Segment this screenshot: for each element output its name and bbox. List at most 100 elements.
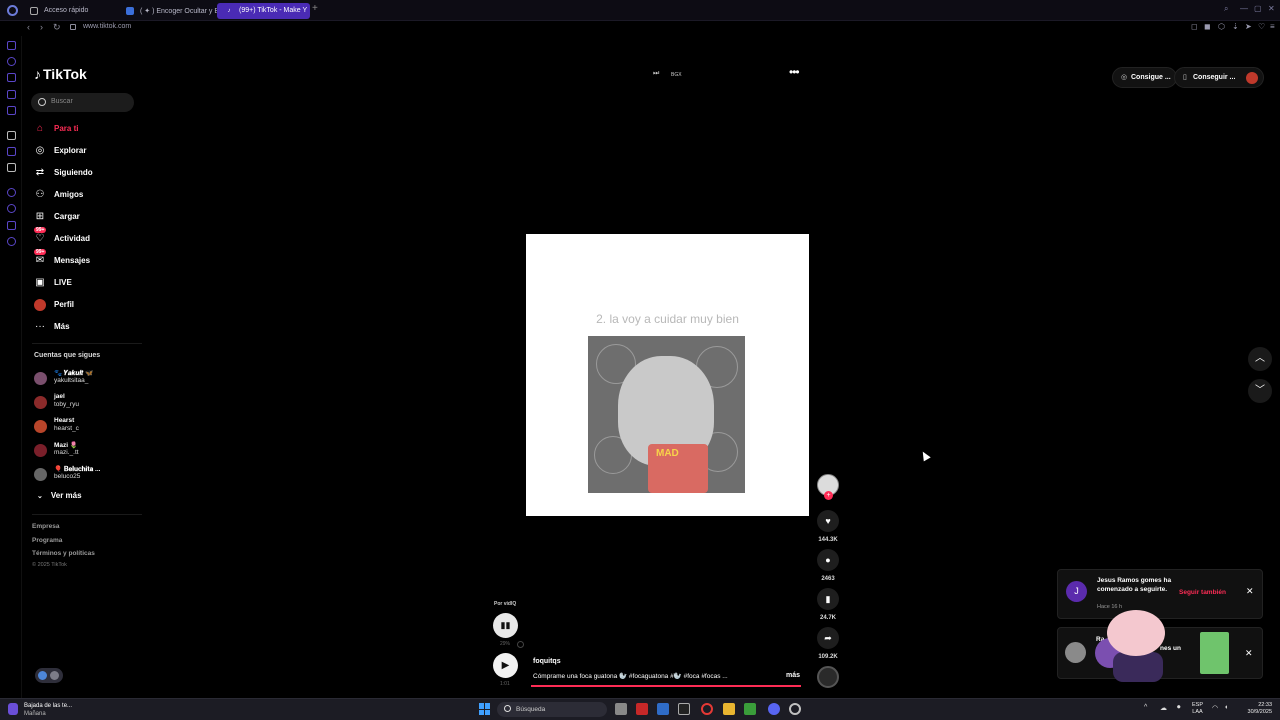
tab-search-icon[interactable]: ⌕ bbox=[1224, 4, 1228, 14]
sidebar-app-icon[interactable] bbox=[7, 131, 16, 140]
taskbar-search[interactable]: Búsqueda bbox=[497, 702, 607, 717]
sidebar-settings-icon[interactable] bbox=[7, 237, 16, 246]
share-button[interactable]: ➦ bbox=[817, 627, 839, 649]
opera-gx-icon[interactable] bbox=[701, 703, 713, 715]
bookmark-icon[interactable]: ◻ bbox=[1191, 22, 1198, 31]
follow-back-button[interactable]: Seguir también bbox=[1179, 589, 1226, 596]
tiktok-note-icon: ♪ bbox=[34, 66, 41, 82]
system-clock[interactable]: 22:33 30/9/2025 bbox=[1228, 702, 1272, 716]
video-player[interactable]: 2. la voy a cuidar muy bien MAD bbox=[526, 234, 809, 516]
send-icon[interactable]: ➤ bbox=[1245, 22, 1252, 31]
video-progress-bar[interactable] bbox=[531, 685, 801, 687]
footer-empresa[interactable]: Empresa bbox=[32, 523, 59, 530]
site-favicon-icon bbox=[126, 7, 134, 15]
play-button[interactable]: ▶ bbox=[493, 653, 518, 678]
snapshot-icon[interactable]: ◼ bbox=[1204, 22, 1211, 31]
sidebar-bag-icon[interactable] bbox=[7, 73, 16, 82]
url-field[interactable]: www.tiktok.com bbox=[83, 23, 131, 30]
next-video-button[interactable]: ﹀ bbox=[1248, 379, 1272, 403]
reload-icon[interactable]: ↻ bbox=[53, 22, 61, 33]
profile-avatar[interactable] bbox=[1246, 72, 1258, 84]
close-window-icon[interactable]: ✕ bbox=[1268, 4, 1275, 13]
new-tab-button[interactable]: + bbox=[312, 3, 318, 14]
heart-icon: ♥ bbox=[825, 516, 831, 526]
easy-files-icon[interactable]: ⇣ bbox=[1232, 22, 1239, 31]
sidebar-clock-icon[interactable] bbox=[7, 204, 16, 213]
forward-icon[interactable]: › bbox=[40, 22, 43, 32]
ver-mas-button[interactable]: ⌄ Ver más bbox=[37, 491, 82, 500]
previous-video-button[interactable]: ︿ bbox=[1248, 347, 1272, 371]
follow-plus-icon[interactable]: + bbox=[824, 491, 833, 500]
comment-button[interactable]: ● bbox=[817, 549, 839, 571]
wifi-icon[interactable]: ◠ bbox=[1212, 704, 1218, 712]
sidebar-aria-icon[interactable] bbox=[7, 57, 16, 66]
get-coins-button[interactable]: ◎ Consigue ... bbox=[1112, 67, 1177, 88]
minecraft-icon[interactable] bbox=[744, 703, 756, 715]
close-icon[interactable]: ✕ bbox=[1245, 648, 1253, 659]
tab-tiktok[interactable]: ♪ (99+) TikTok - Make Y bbox=[217, 3, 310, 19]
save-button[interactable]: ▮ bbox=[817, 588, 839, 610]
theme-toggle[interactable] bbox=[35, 668, 63, 683]
sidebar-twitch-icon[interactable] bbox=[7, 147, 16, 156]
seal-image: MAD bbox=[588, 336, 745, 493]
chrome-icon[interactable] bbox=[789, 703, 801, 715]
notification-thumbnail[interactable] bbox=[1200, 632, 1229, 674]
more-options-icon[interactable]: ••• bbox=[789, 65, 800, 79]
opera-sidebar bbox=[0, 36, 22, 698]
close-icon[interactable]: ✕ bbox=[1246, 586, 1254, 597]
weather-icon bbox=[8, 703, 18, 715]
copyright: © 2025 TikTok bbox=[32, 562, 67, 568]
sidebar-messenger-icon[interactable] bbox=[7, 90, 16, 99]
microphone-icon[interactable]: ⏺ bbox=[1177, 704, 1181, 712]
speed-dial-icon bbox=[30, 7, 38, 15]
vidiq-stats-button[interactable]: ▮▮ bbox=[493, 613, 518, 638]
avatar: J bbox=[1066, 581, 1087, 602]
minimize-icon[interactable]: — bbox=[1240, 4, 1248, 13]
opera-logo-icon[interactable] bbox=[7, 5, 18, 16]
get-app-button[interactable]: ▯ Conseguir ... bbox=[1174, 67, 1264, 88]
sidebar-music-icon[interactable] bbox=[7, 106, 16, 115]
menu-icon[interactable]: ≡ bbox=[1270, 22, 1275, 31]
sidebar-x-icon[interactable] bbox=[7, 163, 16, 172]
percent-label: 29% bbox=[500, 641, 511, 647]
divider bbox=[32, 514, 142, 515]
windows-start-icon[interactable] bbox=[479, 703, 491, 715]
vscode-icon[interactable] bbox=[657, 703, 669, 715]
sidebar-pin-icon[interactable] bbox=[7, 221, 16, 230]
windows-taskbar: Bajada de las te... Mañana Búsqueda ^ ☁ … bbox=[0, 698, 1280, 720]
notification-text: Jesus Ramos gomes ha comenzado a seguirt… bbox=[1097, 577, 1172, 593]
sidebar-history-icon[interactable] bbox=[7, 188, 16, 197]
comment-icon: ● bbox=[825, 555, 831, 565]
like-button[interactable]: ♥ bbox=[817, 510, 839, 532]
footer-programa[interactable]: Programa bbox=[32, 537, 62, 544]
tab-encoger[interactable]: ( ✦ ) Encoger Ocultar y B bbox=[118, 3, 222, 19]
tiktok-logo[interactable]: ♪ TikTok bbox=[34, 66, 87, 82]
sound-disc-icon[interactable] bbox=[817, 666, 839, 688]
more-description-button[interactable]: más bbox=[786, 672, 800, 679]
chevron-up-icon[interactable]: ^ bbox=[1144, 704, 1147, 711]
capcut-icon[interactable] bbox=[678, 703, 690, 715]
heart-icon[interactable]: ♡ bbox=[1258, 22, 1265, 31]
address-bar: ‹ › ↻ www.tiktok.com ◻ ◼ ⬡ ⇣ ➤ ♡ ≡ bbox=[0, 21, 1280, 36]
info-icon[interactable] bbox=[517, 641, 524, 648]
tab-acceso-rapido[interactable]: Acceso rápido bbox=[22, 3, 126, 19]
speed-label[interactable]: BGX bbox=[671, 72, 682, 78]
sticker-part bbox=[1107, 610, 1165, 656]
video-author[interactable]: foquitqs bbox=[533, 658, 561, 665]
search-input[interactable]: Buscar bbox=[31, 93, 134, 112]
extensions-icon[interactable]: ⬡ bbox=[1218, 22, 1225, 31]
activity-badge: 99+ bbox=[34, 227, 47, 233]
app-icon[interactable] bbox=[636, 703, 648, 715]
maximize-icon[interactable]: ▢ bbox=[1254, 4, 1262, 13]
avatar bbox=[34, 372, 47, 385]
task-view-icon[interactable] bbox=[615, 703, 627, 715]
discord-icon[interactable] bbox=[768, 703, 780, 715]
upload-icon: ⊞ bbox=[35, 211, 45, 222]
file-explorer-icon[interactable] bbox=[723, 703, 735, 715]
language-indicator[interactable]: ESP LAA bbox=[1192, 702, 1203, 716]
sidebar-workspace-icon[interactable] bbox=[7, 41, 16, 50]
onedrive-icon[interactable]: ☁ bbox=[1160, 704, 1167, 712]
skip-icon[interactable]: ⏭ bbox=[653, 70, 659, 78]
back-icon[interactable]: ‹ bbox=[27, 22, 30, 32]
footer-terminos[interactable]: Términos y políticas bbox=[32, 550, 95, 557]
